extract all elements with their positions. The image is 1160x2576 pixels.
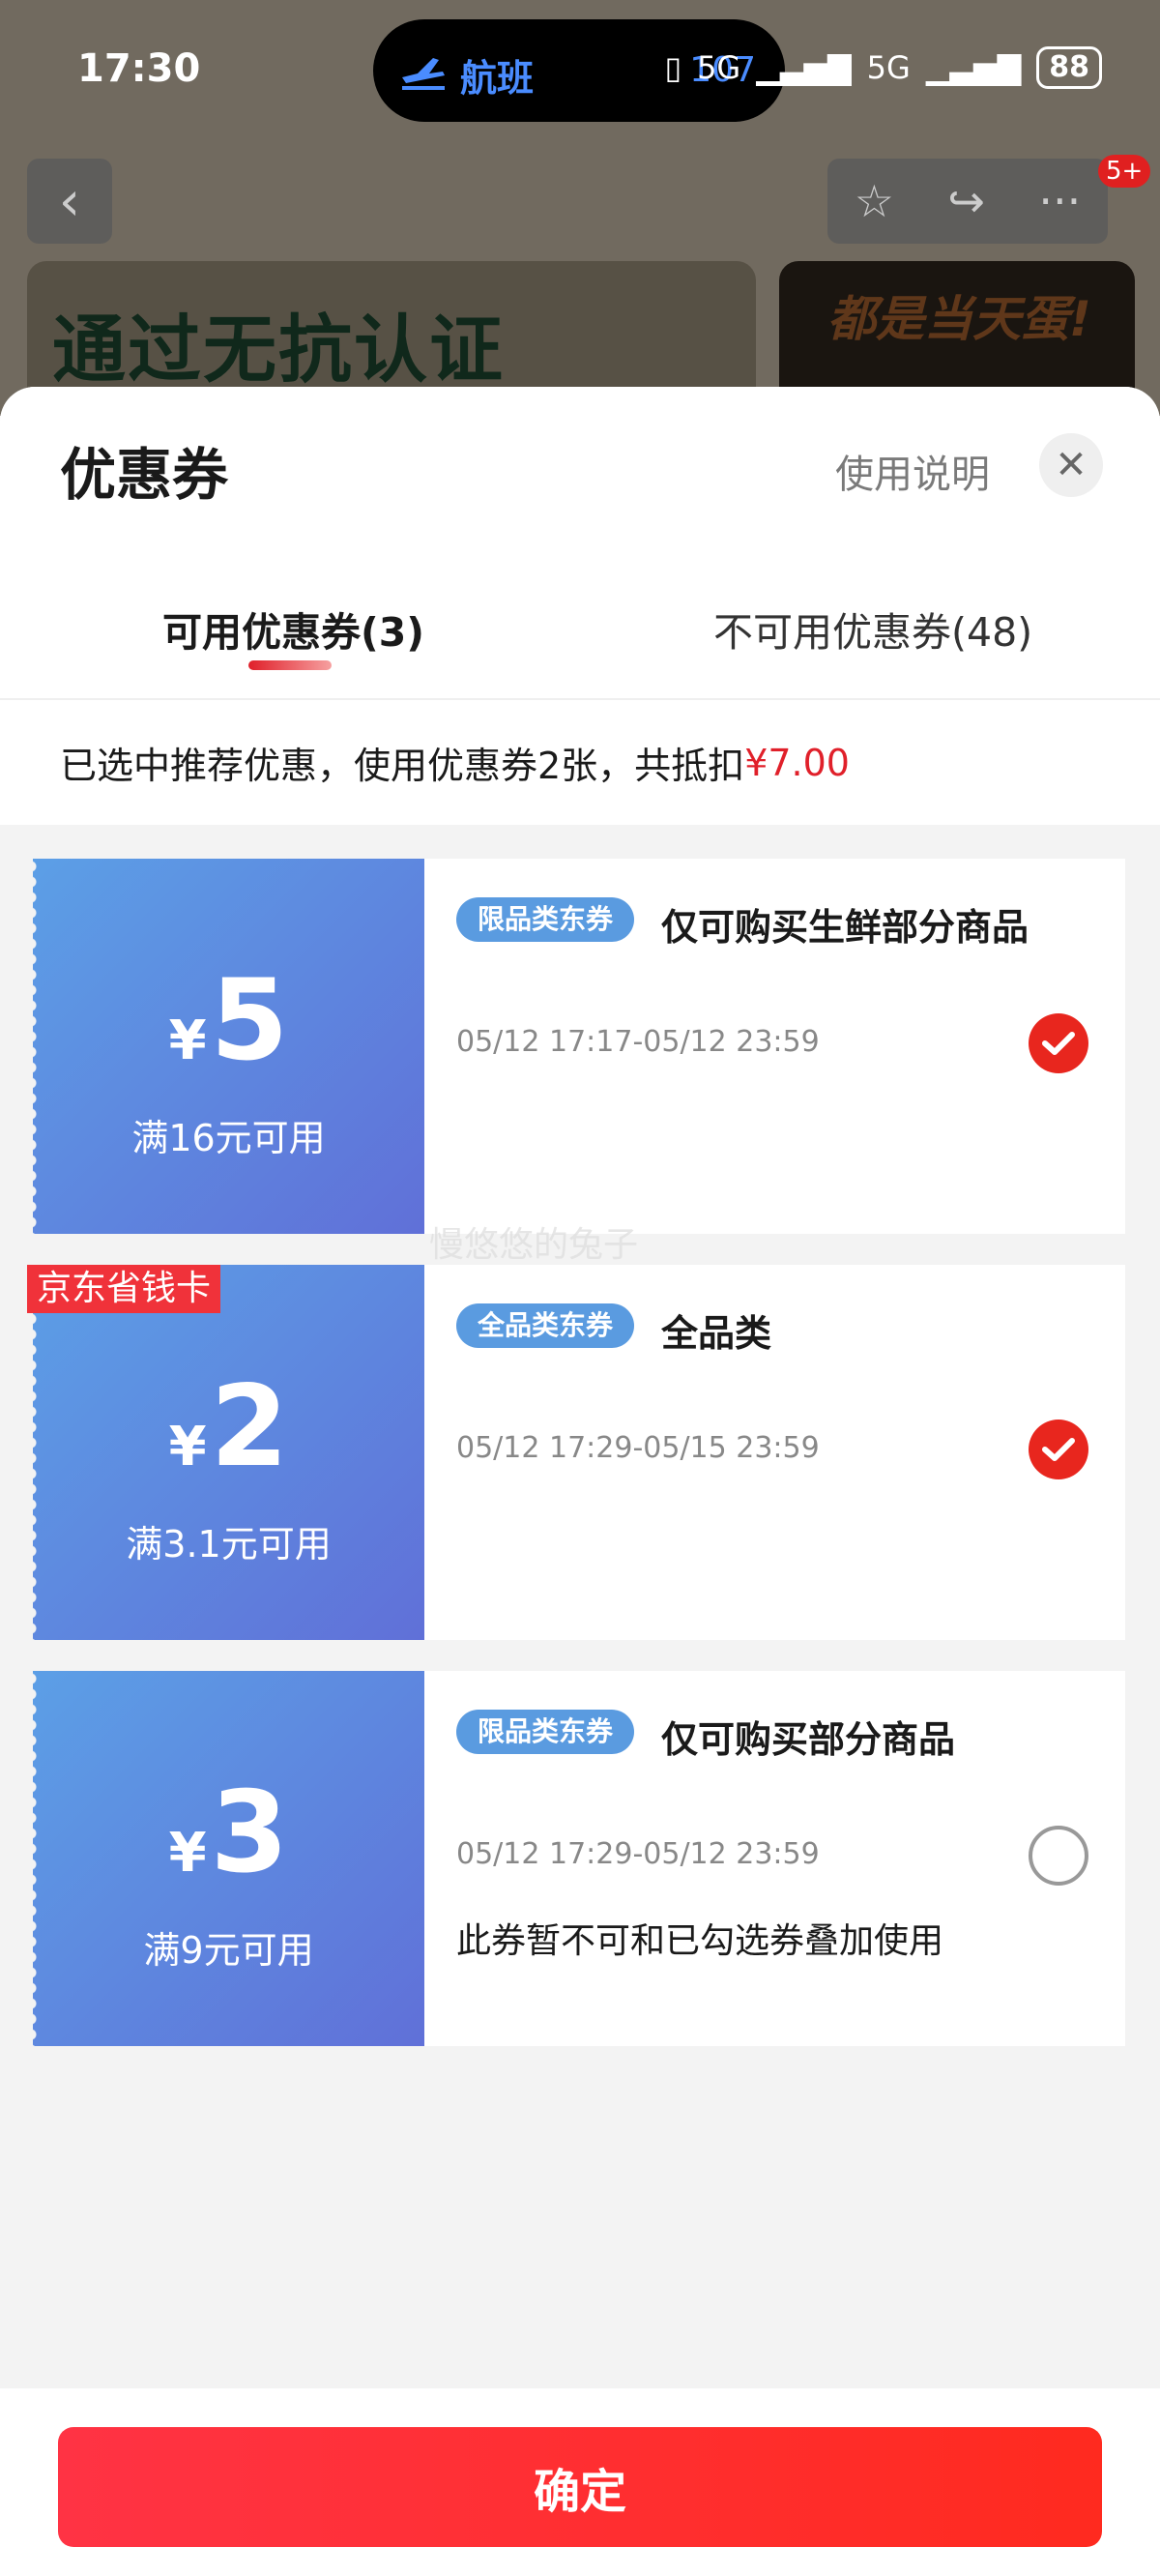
coupon-checkbox-checked[interactable]	[1029, 1420, 1088, 1479]
more-icon[interactable]: ···	[1038, 175, 1081, 227]
coupon-value-panel: ¥5 满16元可用	[31, 859, 424, 1234]
signal-bars-icon-2: ▁▃▅▇	[925, 49, 1022, 86]
coupon-validity: 05/12 17:29-05/12 23:59	[456, 1837, 820, 1871]
sheet-footer: 确定	[0, 2388, 1160, 2576]
coupon-value-panel: ¥2 满3.1元可用	[31, 1265, 424, 1640]
tab-indicator	[248, 660, 332, 670]
airplane-icon	[402, 58, 445, 90]
coupon-sheet: 优惠券 使用说明 ✕ 可用优惠券(3) 不可用优惠券(48) 已选中推荐优惠，使…	[0, 387, 1160, 2576]
sheet-header: 优惠券 使用说明 ✕ 可用优惠券(3) 不可用优惠券(48)	[0, 387, 1160, 700]
coupon-value-panel: ¥3 满9元可用	[31, 1671, 424, 2046]
coupon-condition: 满3.1元可用	[126, 1523, 332, 1566]
tab-unavailable[interactable]: 不可用优惠券(48)	[713, 600, 1032, 658]
coupon-type-tag: 全品类东券	[456, 1303, 635, 1348]
signal-5g-icon: 5G	[697, 49, 741, 86]
signal-5g-icon-2: 5G	[866, 49, 911, 86]
coupon-note: 此券暂不可和已勾选券叠加使用	[456, 1921, 944, 1961]
close-icon: ✕	[1055, 443, 1088, 487]
chevron-left-icon: ‹	[58, 169, 81, 233]
help-link[interactable]: 使用说明	[835, 443, 990, 499]
status-bar: 17:30 航班 107 ▯ 5G ▁▃▅▇ 5G ▁▃▅▇ 88	[0, 0, 1160, 145]
selection-summary: 已选中推荐优惠，使用优惠券2张，共抵扣 ¥7.00	[0, 699, 1160, 825]
coupon-card[interactable]: ¥5 满16元可用 限品类东券 仅可购买生鲜部分商品 05/12 17:17-0…	[31, 859, 1125, 1234]
coupon-validity: 05/12 17:29-05/15 23:59	[456, 1431, 820, 1465]
check-icon	[1042, 1032, 1075, 1055]
share-icon[interactable]: ↪	[947, 175, 985, 227]
coupon-type-tag: 限品类东券	[456, 1710, 635, 1754]
watermark: 慢悠悠的兔子	[429, 1225, 639, 1265]
check-icon	[1042, 1438, 1075, 1461]
coupon-name: 仅可购买部分商品	[661, 1718, 956, 1761]
coupon-name: 全品类	[661, 1312, 772, 1355]
divider	[0, 698, 1160, 700]
coupon-checkbox-checked[interactable]	[1029, 1013, 1088, 1073]
vibrate-icon: ▯	[664, 49, 682, 86]
battery-icon: 88	[1036, 46, 1102, 89]
coupon-amount: ¥2	[168, 1361, 289, 1492]
nav-toolbar: ☆ ↪ ···	[827, 159, 1108, 244]
status-time: 17:30	[77, 46, 201, 91]
coupon-card[interactable]: ¥3 满9元可用 限品类东券 仅可购买部分商品 05/12 17:29-05/1…	[31, 1671, 1125, 2046]
tab-available[interactable]: 可用优惠券(3)	[162, 600, 424, 658]
coupon-ribbon: 京东省钱卡	[27, 1265, 221, 1313]
coupon-name: 仅可购买生鲜部分商品	[661, 906, 1030, 949]
coupon-condition: 满16元可用	[131, 1117, 326, 1159]
coupon-validity: 05/12 17:17-05/12 23:59	[456, 1025, 820, 1059]
coupon-checkbox-unchecked[interactable]	[1029, 1826, 1088, 1886]
notification-badge: 5+	[1098, 155, 1151, 188]
sheet-title: 优惠券	[60, 442, 229, 508]
system-icons: ▯ 5G ▁▃▅▇ 5G ▁▃▅▇ 88	[664, 46, 1102, 89]
confirm-button[interactable]: 确定	[58, 2427, 1102, 2547]
close-button[interactable]: ✕	[1039, 433, 1103, 497]
coupon-amount: ¥3	[168, 1768, 289, 1898]
back-button[interactable]: ‹	[27, 159, 112, 244]
coupon-condition: 满9元可用	[143, 1929, 314, 1972]
summary-text: 已选中推荐优惠，使用优惠券2张，共抵扣	[60, 745, 745, 787]
summary-amount: ¥7.00	[744, 741, 850, 784]
coupon-card[interactable]: ¥2 满3.1元可用 京东省钱卡 全品类东券 全品类 05/12 17:29-0…	[27, 1265, 1125, 1640]
star-icon[interactable]: ☆	[855, 175, 894, 227]
coupon-type-tag: 限品类东券	[456, 897, 635, 942]
coupon-amount: ¥5	[168, 955, 289, 1086]
signal-bars-icon: ▁▃▅▇	[756, 49, 852, 86]
island-label: 航班	[460, 57, 535, 100]
